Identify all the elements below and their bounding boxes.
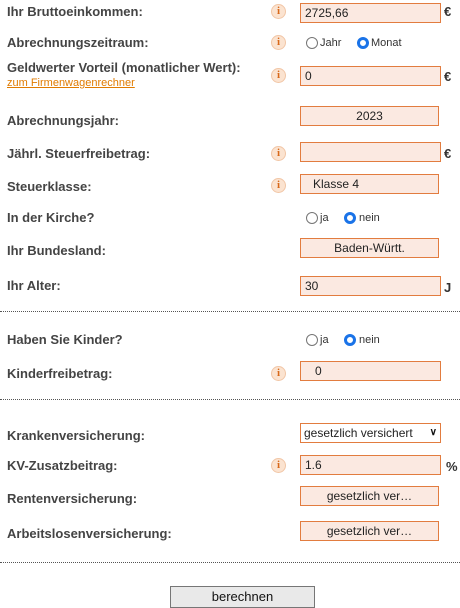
geldwerter-vorteil-input[interactable]: 0	[300, 66, 441, 86]
alter-input[interactable]: 30	[300, 276, 441, 296]
label-krankenversicherung: Krankenversicherung:	[7, 428, 145, 443]
label-steuerfreibetrag: Jährl. Steuerfreibetrag:	[7, 146, 151, 161]
unit-euro: €	[444, 146, 452, 161]
radio-monat[interactable]	[357, 37, 369, 49]
steuerfreibetrag-input[interactable]	[300, 142, 441, 162]
info-icon[interactable]: i	[271, 458, 286, 473]
label-alter: Ihr Alter:	[7, 278, 61, 293]
unit-euro: €	[444, 4, 452, 19]
info-icon[interactable]: i	[271, 366, 286, 381]
chevron-down-icon: ∨	[427, 424, 437, 442]
info-icon[interactable]: i	[271, 35, 286, 50]
radio-label-jahr: Jahr	[320, 37, 342, 49]
section-divider	[0, 562, 460, 563]
info-icon[interactable]: i	[271, 4, 286, 19]
unit-jahre: J	[444, 280, 452, 295]
label-abrechnungsjahr: Abrechnungsjahr:	[7, 113, 119, 128]
radio-label-nein: nein	[359, 334, 380, 346]
radio-label-ja: ja	[320, 212, 329, 224]
bruttoeinkommen-input[interactable]: 2725,66	[300, 3, 441, 23]
section-divider	[0, 399, 460, 400]
label-rentenversicherung: Rentenversicherung:	[7, 491, 138, 506]
radio-label-nein: nein	[359, 212, 380, 224]
section-divider	[0, 311, 460, 312]
abrechnungsjahr-select[interactable]: 2023	[300, 106, 439, 126]
label-kinder: Haben Sie Kinder?	[7, 332, 123, 347]
info-icon[interactable]: i	[271, 178, 286, 193]
unit-euro: €	[444, 69, 452, 84]
krankenversicherung-select[interactable]: gesetzlich versichert ∨	[300, 423, 441, 443]
radio-kirche-nein[interactable]	[344, 212, 356, 224]
label-kinderfreibetrag: Kinderfreibetrag:	[7, 366, 113, 381]
steuerklasse-select[interactable]: Klasse 4	[300, 174, 439, 194]
radio-kinder-nein[interactable]	[344, 334, 356, 346]
label-bruttoeinkommen: Ihr Bruttoeinkommen:	[7, 4, 143, 19]
rentenversicherung-select[interactable]: gesetzlich ver…	[300, 486, 439, 506]
radio-kirche-ja[interactable]	[306, 212, 318, 224]
label-kv-zusatzbeitrag: KV-Zusatzbeitrag:	[7, 458, 118, 473]
radio-jahr[interactable]	[306, 37, 318, 49]
krankenversicherung-value: gesetzlich versichert	[304, 426, 413, 440]
info-icon[interactable]: i	[271, 68, 286, 83]
radio-label-ja: ja	[320, 334, 329, 346]
label-kirche: In der Kirche?	[7, 210, 95, 225]
unit-percent: %	[446, 459, 458, 474]
kinderfreibetrag-select[interactable]: 0	[300, 361, 441, 381]
kv-zusatzbeitrag-input[interactable]: 1.6	[300, 455, 441, 475]
label-arbeitslosenversicherung: Arbeitslosenversicherung:	[7, 526, 172, 541]
radio-label-monat: Monat	[371, 37, 402, 49]
radio-kinder-ja[interactable]	[306, 334, 318, 346]
bundesland-select[interactable]: Baden-Württ.	[300, 238, 439, 258]
label-steuerklasse: Steuerklasse:	[7, 179, 92, 194]
firmenwagenrechner-link[interactable]: zum Firmenwagenrechner	[7, 77, 135, 89]
label-bundesland: Ihr Bundesland:	[7, 243, 106, 258]
arbeitslosenversicherung-select[interactable]: gesetzlich ver…	[300, 521, 439, 541]
label-abrechnungszeitraum: Abrechnungszeitraum:	[7, 35, 149, 50]
berechnen-button[interactable]: berechnen	[170, 586, 315, 608]
info-icon[interactable]: i	[271, 146, 286, 161]
label-geldwerter-vorteil: Geldwerter Vorteil (monatlicher Wert):	[7, 60, 241, 75]
